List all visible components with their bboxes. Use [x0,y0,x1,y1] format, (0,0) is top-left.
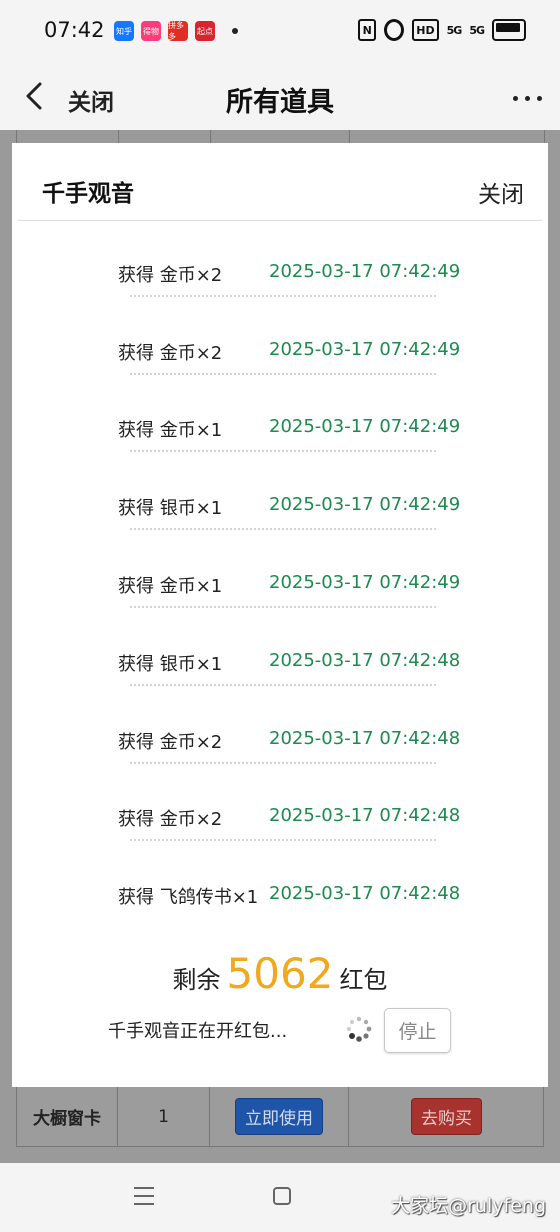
log-reward: 获得 金币×1 [118,576,223,597]
alarm-icon [384,19,405,41]
log-item: 获得 金币×2 2025-03-17 07:42:48 [12,805,548,845]
use-now-button[interactable]: 立即使用 [235,1098,323,1135]
buy-cell: 去购买 [349,1087,544,1146]
item-quantity: 1 [118,1087,210,1146]
log-reward: 获得 银币×1 [118,498,223,519]
buy-button[interactable]: 去购买 [411,1098,482,1135]
battery-icon [492,19,526,41]
background-table-row: 大橱窗卡 1 立即使用 去购买 [16,1087,544,1147]
title-bar: 关闭 所有道具 [0,62,560,130]
log-reward: 获得 金币×2 [118,809,223,830]
menu-icon[interactable] [134,1187,154,1211]
qidian-app-icon: 起点 [195,21,215,41]
more-notifications-icon [232,28,238,34]
open-redpacket-dialog: 千手观音 关闭 获得 金币×2 2025-03-17 07:42:49 获得 金… [12,143,548,1087]
remaining-count: 剩余 5062 红包 [12,949,548,998]
remaining-suffix: 红包 [339,966,388,994]
notification-icons: 知乎 得物 拼多多 起点 [114,21,238,41]
use-cell: 立即使用 [210,1087,349,1146]
log-item: 获得 飞鸽传书×1 2025-03-17 07:42:48 [12,883,548,923]
log-reward: 获得 金币×1 [118,420,223,441]
page-title: 所有道具 [226,87,334,118]
dewu-app-icon: 得物 [141,21,161,41]
log-time: 2025-03-17 07:42:48 [269,805,461,826]
log-time: 2025-03-17 07:42:48 [269,728,461,749]
log-time: 2025-03-17 07:42:48 [269,650,461,671]
status-time: 07:42 [44,18,105,42]
stop-button[interactable]: 停止 [384,1008,451,1053]
log-item: 获得 金币×1 2025-03-17 07:42:49 [12,572,548,612]
log-reward: 获得 金币×2 [118,732,223,753]
signal-icon: 5G [446,23,463,37]
pinduoduo-app-icon: 拼多多 [168,21,188,41]
divider [130,684,436,686]
divider [130,295,436,297]
log-reward: 获得 飞鸽传书×1 [118,887,259,908]
log-item: 获得 金币×2 2025-03-17 07:42:49 [12,339,548,379]
nfc-icon: N [358,19,377,41]
dialog-header: 千手观音 关闭 [18,143,542,221]
log-reward: 获得 金币×2 [118,343,223,364]
zhihu-app-icon: 知乎 [114,21,134,41]
dialog-title: 千手观音 [42,181,134,207]
opening-status-text: 千手观音正在开红包... [108,1021,288,1042]
item-name: 大橱窗卡 [17,1087,118,1146]
system-nav-bar: 大家坛@rulyfeng [0,1163,560,1232]
log-time: 2025-03-17 07:42:49 [269,261,461,282]
log-time: 2025-03-17 07:42:49 [269,339,461,360]
log-time: 2025-03-17 07:42:49 [269,572,461,593]
log-item: 获得 金币×2 2025-03-17 07:42:49 [12,261,548,301]
divider [130,528,436,530]
background-table-edge [16,130,545,144]
more-icon[interactable] [513,96,542,101]
log-time: 2025-03-17 07:42:48 [269,883,461,904]
divider [130,762,436,764]
divider [130,373,436,375]
log-time: 2025-03-17 07:42:49 [269,494,461,515]
log-item: 获得 银币×1 2025-03-17 07:42:48 [12,650,548,690]
log-item: 获得 金币×2 2025-03-17 07:42:48 [12,728,548,768]
log-item: 获得 金币×1 2025-03-17 07:42:49 [12,416,548,456]
signal-icon-2: 5G [469,23,485,37]
status-bar: 07:42 知乎 得物 拼多多 起点 N HD 5G 5G [0,0,560,62]
home-icon[interactable] [273,1187,291,1205]
log-time: 2025-03-17 07:42:49 [269,416,461,437]
log-reward: 获得 金币×2 [118,265,223,286]
log-reward: 获得 银币×1 [118,654,223,675]
divider [130,450,436,452]
hd-icon: HD [412,19,439,41]
loading-spinner-icon [347,1016,372,1042]
divider [130,606,436,608]
remaining-number: 5062 [226,949,334,998]
log-item: 获得 银币×1 2025-03-17 07:42:49 [12,494,548,534]
watermark: 大家坛@rulyfeng [391,1195,546,1217]
system-icons: N HD 5G 5G [358,19,526,41]
dialog-close-button[interactable]: 关闭 [478,175,524,209]
divider [130,839,436,841]
remaining-prefix: 剩余 [172,966,221,994]
